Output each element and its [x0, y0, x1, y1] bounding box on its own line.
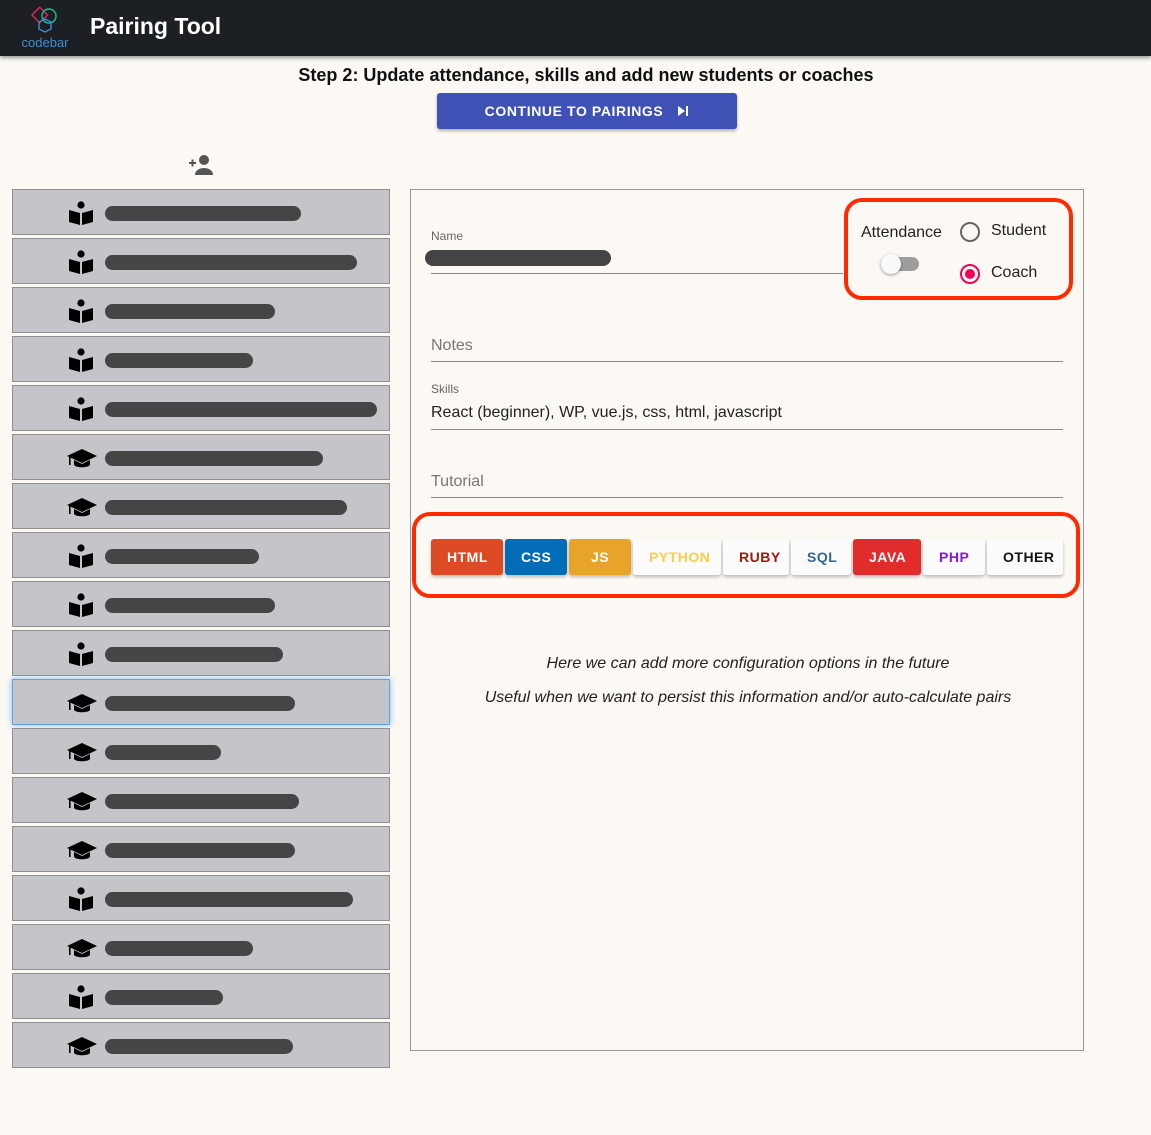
graduation-cap-icon — [67, 495, 97, 519]
notes-placeholder: Notes — [431, 337, 473, 354]
redacted-name — [105, 402, 377, 417]
attendance-toggle[interactable] — [881, 254, 919, 274]
tutorial-sql-button[interactable]: SQL — [791, 539, 851, 575]
add-person-icon[interactable] — [188, 153, 214, 177]
redacted-name — [105, 794, 299, 809]
skip-next-icon — [678, 106, 689, 116]
person-detail-panel: Name Attendance Student Coach Notes Skil… — [410, 189, 1084, 1051]
person-row-coach[interactable] — [12, 777, 390, 823]
reading-student-icon — [67, 985, 95, 1009]
redacted-name — [105, 941, 253, 956]
reading-student-icon — [67, 544, 95, 568]
person-row-coach[interactable] — [12, 826, 390, 872]
reading-student-icon — [67, 250, 95, 274]
person-row-coach[interactable] — [12, 728, 390, 774]
reading-student-icon — [67, 593, 95, 617]
tutorial-php-button[interactable]: PHP — [923, 539, 985, 575]
reading-student-icon — [67, 201, 95, 225]
continue-label: CONTINUE TO PAIRINGS — [484, 103, 664, 119]
skills-field[interactable]: Skills React (beginner), WP, vue.js, css… — [431, 380, 1063, 430]
person-row-student[interactable] — [12, 581, 390, 627]
step-title: Step 2: Update attendance, skills and ad… — [298, 65, 874, 85]
tutorial-html-button[interactable]: HTML — [431, 539, 503, 575]
redacted-name — [105, 745, 221, 760]
person-row-student[interactable] — [12, 238, 390, 284]
redacted-name — [105, 1039, 293, 1054]
tutorial-field[interactable]: Tutorial — [431, 466, 1063, 498]
redacted-name — [105, 206, 301, 221]
redacted-name — [105, 304, 275, 319]
attendance-label: Attendance — [861, 224, 942, 241]
name-field[interactable]: Name — [425, 228, 843, 274]
redacted-name — [105, 696, 295, 711]
person-row-coach[interactable] — [12, 679, 390, 725]
person-row-coach[interactable] — [12, 924, 390, 970]
redacted-name — [105, 353, 253, 368]
tutorial-buttons: HTML CSS JS PYTHON RUBY SQL JAVA PHP OTHER — [431, 539, 1063, 575]
radio-student[interactable] — [960, 222, 980, 242]
redacted-name — [425, 250, 611, 266]
person-row-coach[interactable] — [12, 483, 390, 529]
redacted-name — [105, 500, 347, 515]
tutorial-js-button[interactable]: JS — [569, 539, 631, 575]
radio-student-label[interactable]: Student — [991, 222, 1046, 240]
redacted-name — [105, 990, 223, 1005]
person-row-student[interactable] — [12, 336, 390, 382]
notes-field[interactable]: Notes — [431, 330, 1063, 362]
radio-coach-label[interactable]: Coach — [991, 264, 1037, 282]
continue-to-pairings-button[interactable]: CONTINUE TO PAIRINGS — [437, 93, 737, 129]
tutorial-python-button[interactable]: PYTHON — [633, 539, 721, 575]
redacted-name — [105, 843, 295, 858]
person-row-student[interactable] — [12, 189, 390, 235]
graduation-cap-icon — [67, 838, 97, 862]
redacted-name — [105, 892, 353, 907]
graduation-cap-icon — [67, 936, 97, 960]
graduation-cap-icon — [67, 1034, 97, 1058]
redacted-name — [105, 549, 259, 564]
name-label: Name — [431, 229, 464, 243]
codebar-logo-icon — [30, 6, 57, 33]
person-row-student[interactable] — [12, 385, 390, 431]
person-row-coach[interactable] — [12, 1022, 390, 1068]
skills-value: React (beginner), WP, vue.js, css, html,… — [431, 404, 782, 421]
person-row-student[interactable] — [12, 287, 390, 333]
reading-student-icon — [67, 348, 95, 372]
people-list — [12, 189, 390, 1071]
person-row-student[interactable] — [12, 630, 390, 676]
app-title: Pairing Tool — [90, 13, 222, 39]
tutorial-css-button[interactable]: CSS — [505, 539, 567, 575]
graduation-cap-icon — [67, 691, 97, 715]
graduation-cap-icon — [67, 740, 97, 764]
person-row-student[interactable] — [12, 532, 390, 578]
reading-student-icon — [67, 397, 95, 421]
radio-coach[interactable] — [960, 264, 980, 284]
redacted-name — [105, 451, 323, 466]
person-row-coach[interactable] — [12, 434, 390, 480]
redacted-name — [105, 647, 283, 662]
tutorial-ruby-button[interactable]: RUBY — [723, 539, 789, 575]
reading-student-icon — [67, 299, 95, 323]
redacted-name — [105, 255, 357, 270]
tutorial-placeholder: Tutorial — [431, 473, 484, 490]
codebar-logo: codebar — [18, 5, 72, 51]
skills-label: Skills — [431, 382, 460, 396]
logo-text: codebar — [21, 35, 69, 50]
info-note-1: Here we can add more configuration optio… — [546, 655, 950, 672]
tutorial-other-button[interactable]: OTHER — [987, 539, 1063, 575]
person-row-student[interactable] — [12, 875, 390, 921]
graduation-cap-icon — [67, 789, 97, 813]
info-note-2: Useful when we want to persist this info… — [484, 689, 1012, 706]
person-row-student[interactable] — [12, 973, 390, 1019]
reading-student-icon — [67, 887, 95, 911]
redacted-name — [105, 598, 275, 613]
reading-student-icon — [67, 642, 95, 666]
attendance-highlight — [844, 198, 1073, 300]
top-app-bar: codebar Pairing Tool — [0, 0, 1151, 56]
tutorial-java-button[interactable]: JAVA — [853, 539, 921, 575]
graduation-cap-icon — [67, 446, 97, 470]
